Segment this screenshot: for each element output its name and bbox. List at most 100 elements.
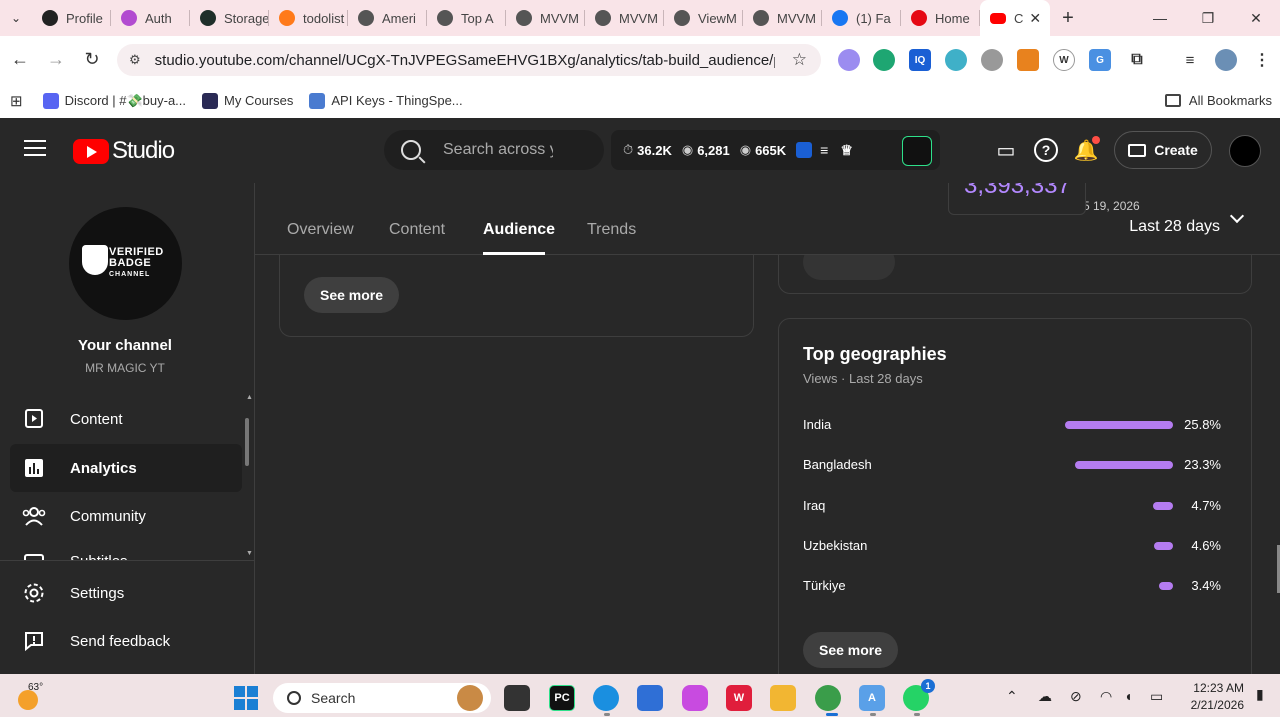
browser-tab[interactable]: ViewM (664, 0, 743, 36)
file-explorer-icon[interactable] (770, 685, 796, 711)
close-tab-icon[interactable]: ✕ (1029, 10, 1041, 27)
browser-tab[interactable]: Top A (427, 0, 506, 36)
browser-tab[interactable]: Profile (32, 0, 111, 36)
list-icon[interactable]: ≡ (820, 142, 828, 158)
profile-avatar[interactable] (1215, 49, 1237, 71)
onedrive-icon[interactable]: ☁ (1038, 688, 1052, 705)
bookmark-star-icon[interactable]: ☆ (792, 50, 807, 70)
weather-widget[interactable]: 63° (18, 678, 48, 710)
site-info-icon[interactable]: ⚙ (129, 52, 141, 68)
browser-tab[interactable]: Storage (190, 0, 269, 36)
scroll-up-arrow-icon[interactable]: ▲ (246, 394, 253, 401)
active-tab[interactable]: C ✕ (980, 0, 1050, 36)
battery-icon[interactable]: ▭ (1150, 688, 1163, 705)
wifi-icon[interactable]: ◠ (1100, 688, 1112, 705)
globe-extension-icon[interactable] (981, 49, 1003, 71)
tab-content[interactable]: Content (389, 221, 445, 239)
taskbar-search[interactable]: Search (273, 683, 491, 713)
sidebar-item-community[interactable]: Community (10, 492, 242, 540)
period-date: 5 19, 2026 (1083, 199, 1140, 213)
wps-office-icon[interactable]: W (726, 685, 752, 711)
bookmark-item[interactable]: API Keys - ThingSpe... (309, 92, 463, 109)
browser-tab[interactable]: MVVM (506, 0, 585, 36)
tab-overview[interactable]: Overview (287, 221, 354, 239)
omnibox[interactable]: ⚙ studio.youtube.com/channel/UCgX-TnJVPE… (117, 44, 821, 76)
tab-search-button[interactable]: ⌄ (0, 0, 32, 36)
browser-tab[interactable]: Auth (111, 0, 190, 36)
notification-center-icon[interactable]: ▮ (1256, 686, 1264, 703)
minimize-button[interactable]: — (1136, 0, 1184, 36)
tab-favicon-icon (595, 10, 611, 26)
media-control-icon[interactable]: ≡ (1179, 49, 1201, 71)
browser-tab[interactable]: Home (901, 0, 980, 36)
back-button[interactable]: ← (2, 49, 38, 70)
see-more-button[interactable]: See more (304, 277, 400, 313)
sidebar-item-settings[interactable]: Settings (10, 569, 242, 617)
notifications-bell-icon[interactable]: 🔔 (1074, 136, 1100, 162)
browser-tab[interactable]: MVVM (743, 0, 822, 36)
see-more-geographies-button[interactable]: See more (803, 632, 899, 668)
all-bookmarks-button[interactable]: All Bookmarks (1164, 93, 1272, 108)
tab-trends[interactable]: Trends (587, 221, 636, 239)
browser-tab[interactable]: (1) Fa (822, 0, 901, 36)
system-clock[interactable]: 12:23 AM 2/21/2026 (1184, 680, 1244, 714)
extension-icon[interactable]: W (1053, 49, 1075, 71)
show-hidden-icons-chevron[interactable]: ⌃ (1006, 688, 1018, 705)
extension-icon[interactable] (945, 49, 967, 71)
vidiq-icon[interactable] (796, 142, 813, 158)
task-view-icon[interactable] (504, 685, 530, 711)
app-icon[interactable]: A (859, 685, 885, 711)
metamask-extension-icon[interactable] (1017, 49, 1039, 71)
close-window-button[interactable]: ✕ (1232, 0, 1280, 36)
new-tab-button[interactable]: + (1050, 7, 1086, 30)
sidebar-item-analytics[interactable]: Analytics (10, 444, 242, 492)
period-selector[interactable]: Last 28 days (1129, 218, 1220, 236)
bookmark-item[interactable]: Discord | #💸buy-a... (42, 92, 186, 109)
menu-dots-icon[interactable]: ⋮ (1251, 49, 1273, 71)
copilot-icon[interactable] (682, 685, 708, 711)
reload-button[interactable]: ↻ (74, 49, 110, 70)
apps-grid-icon[interactable]: ⊞ (10, 92, 23, 110)
browser-tab[interactable]: MVVM (585, 0, 664, 36)
sidebar-item-feedback[interactable]: Send feedback (10, 617, 242, 665)
browser-tab[interactable]: Ameri (348, 0, 427, 36)
bookmark-item[interactable]: My Courses (202, 92, 293, 109)
account-avatar[interactable] (1229, 135, 1261, 167)
forward-button[interactable]: → (38, 49, 74, 70)
sidebar-item-subtitles[interactable]: Subtitles (10, 539, 242, 561)
edge-browser-icon[interactable] (593, 685, 619, 711)
hamburger-menu-icon[interactable] (24, 140, 46, 158)
help-icon[interactable]: ? (1034, 138, 1058, 162)
create-button[interactable]: Create (1114, 131, 1212, 169)
sidebar-item-content[interactable]: Content (10, 395, 242, 443)
scroll-down-arrow-icon[interactable]: ▼ (246, 550, 253, 557)
tab-label: MVVM (777, 10, 816, 26)
extension-icon[interactable]: IQ (909, 49, 931, 71)
maximize-button[interactable]: ❐ (1184, 0, 1232, 36)
windows-start-icon[interactable] (234, 686, 258, 710)
browser-tab[interactable]: todolist (269, 0, 348, 36)
extension-icon[interactable] (838, 49, 860, 71)
extension-badge-icon[interactable] (902, 136, 932, 166)
volume-icon[interactable]: ◖ (1124, 688, 1132, 704)
whatsapp-icon[interactable]: 1 (903, 679, 935, 711)
tab-audience[interactable]: Audience (483, 221, 555, 239)
eye-icon: ◉ (681, 142, 694, 157)
comments-icon[interactable]: ▭ (994, 138, 1018, 162)
extension-icon[interactable] (873, 49, 895, 71)
pycharm-icon[interactable]: PC (549, 685, 575, 711)
chevron-down-icon[interactable] (1229, 208, 1245, 224)
studio-logo[interactable]: Studio (73, 137, 175, 165)
search-highlight-icon (457, 685, 483, 711)
store-icon[interactable] (637, 685, 663, 711)
translate-extension-icon[interactable]: G (1089, 49, 1111, 71)
sidebar-scrollbar[interactable] (245, 418, 249, 466)
realtime-stats-bar[interactable]: ⏱ 36.2K ◉ 6,281 ◉ 665K ≡ ♕ (611, 130, 940, 170)
search-input[interactable]: Search across y (384, 130, 604, 170)
trophy-icon[interactable]: ♕ (840, 142, 853, 159)
chrome-icon[interactable] (815, 685, 841, 711)
network-off-icon[interactable]: ⊘ (1070, 688, 1082, 705)
extensions-puzzle-icon[interactable]: ⧉ (1126, 49, 1148, 71)
url-text[interactable]: studio.youtube.com/channel/UCgX-TnJVPEGS… (155, 52, 775, 69)
channel-avatar[interactable]: VERIFIED BADGE CHANNEL (69, 207, 182, 320)
